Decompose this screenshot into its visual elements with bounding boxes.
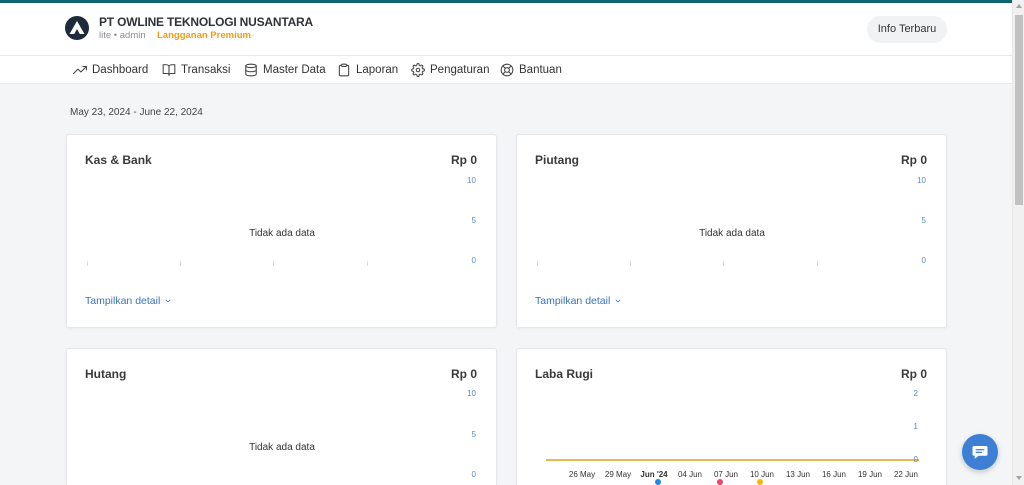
y-tick-label: 10 bbox=[467, 389, 476, 398]
lifebuoy-icon bbox=[500, 63, 514, 77]
nav-item-label: Bantuan bbox=[519, 64, 562, 76]
y-tick-label: 5 bbox=[471, 429, 476, 439]
nav-item-label: Transaksi bbox=[181, 64, 231, 76]
account-line: lite • admin bbox=[99, 30, 146, 41]
y-tick-label: 0 bbox=[471, 256, 476, 265]
x-tick-label: 16 Jun bbox=[821, 470, 847, 479]
x-tick-label: 13 Jun bbox=[785, 470, 811, 479]
x-tick-label: 22 Jun bbox=[893, 470, 919, 479]
app-header: PT OWLINE TEKNOLOGI NUSANTARA lite • adm… bbox=[0, 3, 1012, 56]
empty-message: Tidak ada data bbox=[699, 228, 765, 239]
nav-item-master-data[interactable]: Master Data bbox=[244, 62, 326, 78]
nav-item-label: Laporan bbox=[356, 64, 399, 76]
card-title: Hutang bbox=[85, 367, 127, 381]
x-tick-mark bbox=[817, 261, 818, 266]
card-total: Rp 0 bbox=[450, 153, 477, 167]
x-tick-mark bbox=[273, 261, 274, 266]
y-tick-label: 10 bbox=[467, 176, 476, 185]
show-detail-link[interactable]: Tampilkan detail bbox=[535, 295, 622, 307]
x-tick-mark bbox=[87, 261, 88, 266]
y-tick-label: 2 bbox=[913, 389, 918, 398]
book-open-icon bbox=[162, 63, 176, 77]
trending-up-icon bbox=[73, 63, 87, 77]
show-detail-label: Tampilkan detail bbox=[85, 295, 161, 307]
empty-message: Tidak ada data bbox=[249, 228, 315, 239]
scrollbar-thumb[interactable] bbox=[1015, 15, 1023, 205]
y-tick-label: 5 bbox=[921, 216, 926, 225]
card-title: Kas & Bank bbox=[85, 153, 152, 167]
clipboard-icon bbox=[337, 63, 351, 77]
y-tick-label: 0 bbox=[921, 256, 926, 265]
nav-item-dashboard[interactable]: Dashboard bbox=[73, 62, 148, 78]
nav-item-pengaturan[interactable]: Pengaturan bbox=[411, 62, 489, 78]
x-tick-label: Jun '24 bbox=[640, 470, 668, 479]
scroll-down-arrow-icon[interactable] bbox=[1016, 476, 1022, 480]
show-detail-label: Tampilkan detail bbox=[535, 295, 611, 307]
x-tick-label: 10 Jun bbox=[749, 470, 775, 479]
show-detail-link[interactable]: Tampilkan detail bbox=[85, 295, 172, 307]
y-tick-label: 10 bbox=[917, 176, 926, 185]
card-total: Rp 0 bbox=[900, 153, 927, 167]
page-scrollbar[interactable] bbox=[1012, 0, 1024, 485]
x-tick-mark bbox=[537, 261, 538, 266]
card-title: Piutang bbox=[535, 153, 579, 167]
gear-icon bbox=[411, 63, 425, 77]
company-name: PT OWLINE TEKNOLOGI NUSANTARA bbox=[99, 15, 313, 29]
profit-loss-line-chart bbox=[546, 459, 919, 461]
x-tick-mark bbox=[180, 261, 181, 266]
x-tick-label: 29 May bbox=[604, 470, 632, 479]
legend-dot[interactable] bbox=[757, 479, 763, 485]
scroll-up-arrow-icon[interactable] bbox=[1016, 4, 1022, 8]
nav-item-bantuan[interactable]: Bantuan bbox=[500, 62, 562, 78]
card-laba-rugi: Laba Rugi Rp 0 2 1 0 26 May 29 May Jun '… bbox=[516, 348, 947, 485]
y-tick-label: 5 bbox=[471, 216, 476, 225]
date-range[interactable]: May 23, 2024 - June 22, 2024 bbox=[70, 107, 203, 119]
chevron-down-icon bbox=[615, 299, 621, 303]
card-total: Rp 0 bbox=[450, 367, 477, 381]
chat-icon bbox=[972, 446, 988, 459]
y-tick-label: 0 bbox=[471, 470, 476, 479]
card-kas-bank: Kas & Bank Rp 0 10 5 0 Tidak ada data Ta… bbox=[66, 134, 497, 328]
chevron-down-icon bbox=[165, 299, 171, 303]
nav-item-laporan[interactable]: Laporan bbox=[337, 62, 398, 78]
x-tick-mark bbox=[367, 261, 368, 266]
card-piutang: Piutang Rp 0 10 5 0 Tidak ada data Tampi… bbox=[516, 134, 947, 328]
x-tick-mark bbox=[723, 261, 724, 266]
nav-item-transaksi[interactable]: Transaksi bbox=[162, 62, 230, 78]
company-logo-icon bbox=[65, 16, 89, 40]
empty-message: Tidak ada data bbox=[249, 442, 315, 453]
x-tick-label: 04 Jun bbox=[677, 470, 703, 479]
card-hutang: Hutang Rp 0 10 5 0 Tidak ada data bbox=[66, 348, 497, 485]
nav-item-label: Dashboard bbox=[92, 64, 149, 76]
x-tick-mark bbox=[630, 261, 631, 266]
chat-button[interactable] bbox=[962, 434, 998, 470]
x-tick-label: 26 May bbox=[568, 470, 596, 479]
nav-item-label: Master Data bbox=[263, 64, 326, 76]
y-tick-label: 0 bbox=[913, 455, 918, 464]
subscription-badge: Langganan Premium bbox=[157, 30, 251, 41]
dashboard-page: PT OWLINE TEKNOLOGI NUSANTARA lite • adm… bbox=[0, 0, 1012, 485]
legend-dot[interactable] bbox=[717, 479, 723, 485]
x-tick-label: 19 Jun bbox=[857, 470, 883, 479]
database-icon bbox=[244, 63, 258, 77]
main-nav: Dashboard Transaksi Master Data Laporan … bbox=[0, 56, 1012, 84]
y-tick-label: 1 bbox=[913, 422, 918, 431]
nav-item-label: Pengaturan bbox=[430, 64, 490, 76]
info-terbaru-button[interactable]: Info Terbaru bbox=[867, 16, 947, 43]
legend-dot[interactable] bbox=[655, 479, 661, 485]
